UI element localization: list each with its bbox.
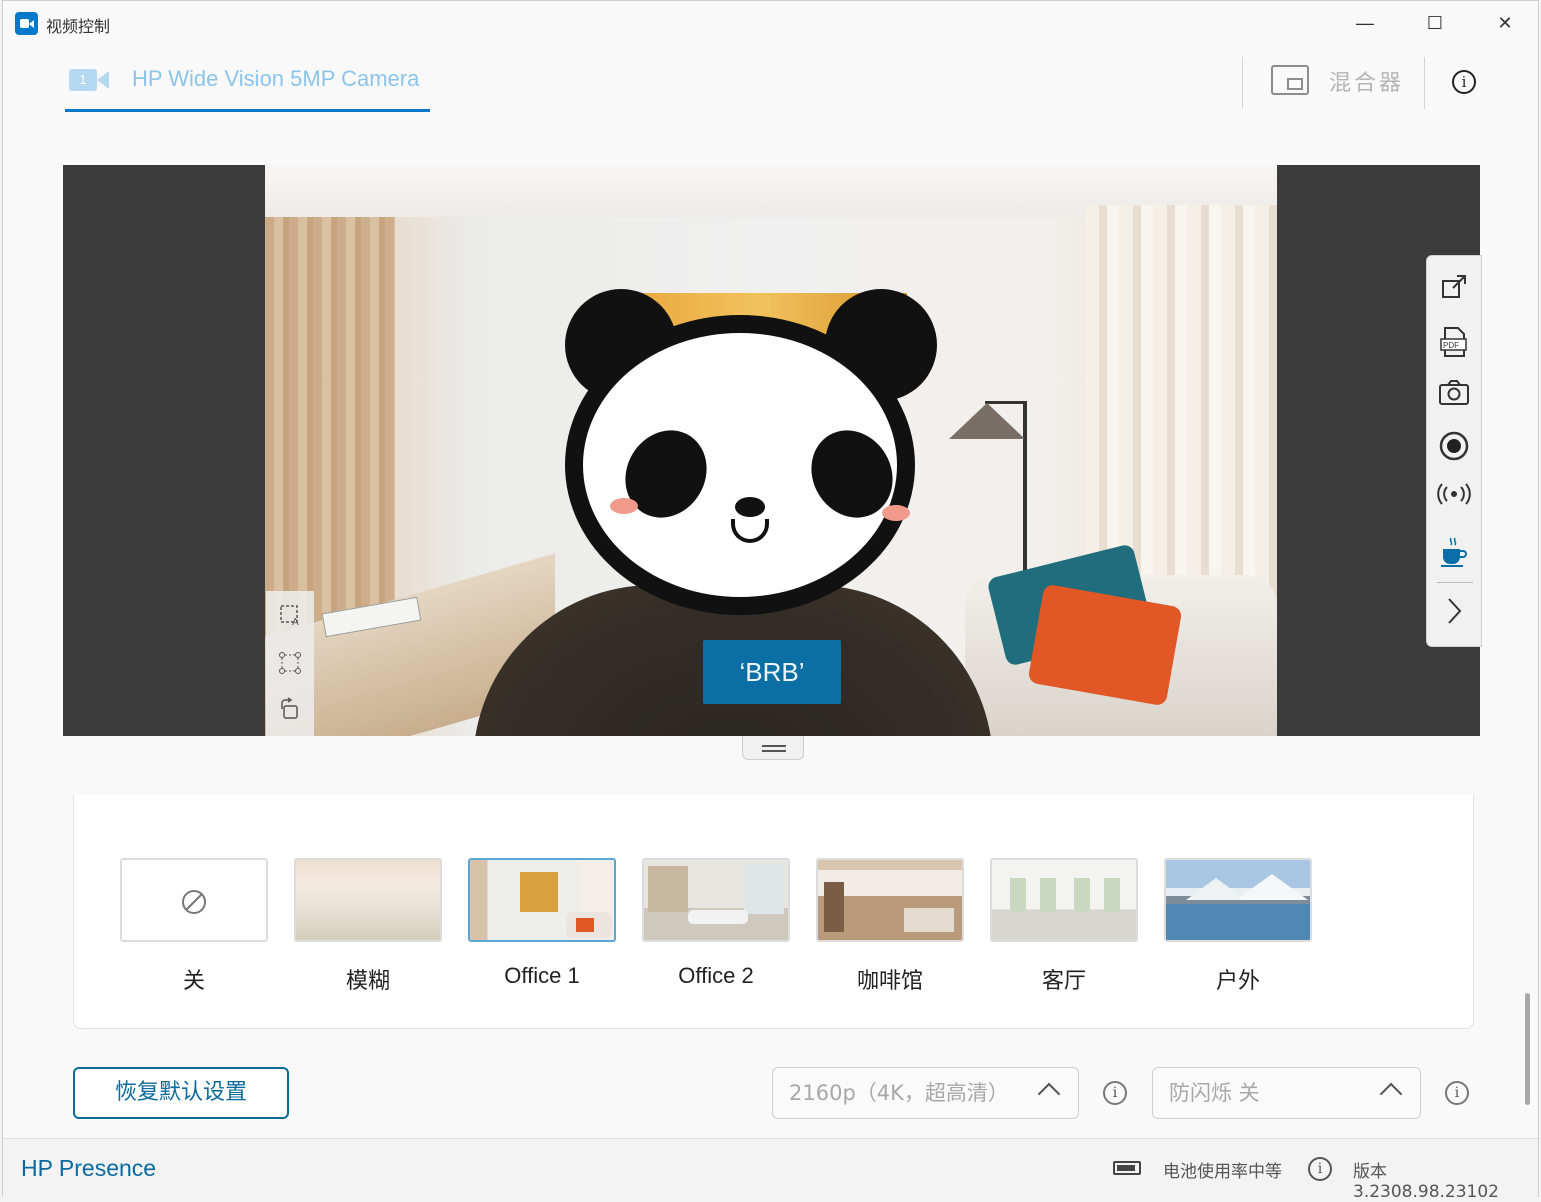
brand-label: HP Presence bbox=[21, 1155, 157, 1181]
restore-defaults-button[interactable]: 恢复默认设置 bbox=[73, 1067, 289, 1119]
background-label: 模糊 bbox=[345, 969, 390, 994]
resolution-select[interactable]: 2160p（4K，超高清） bbox=[772, 1067, 1079, 1119]
panel-resize-handle[interactable] bbox=[742, 736, 804, 760]
background-option-office1[interactable] bbox=[468, 858, 616, 942]
info-icon[interactable]: i bbox=[1452, 70, 1476, 94]
background-option-livingroom[interactable] bbox=[990, 858, 1138, 942]
scrollbar-thumb[interactable] bbox=[1525, 993, 1530, 1105]
background-option-off[interactable] bbox=[120, 858, 268, 942]
info-icon[interactable]: i bbox=[1103, 1081, 1127, 1105]
battery-status: 电池使用率中等 bbox=[1163, 1162, 1282, 1182]
close-button[interactable]: ✕ bbox=[1485, 9, 1525, 37]
background-label: 客厅 bbox=[1041, 969, 1086, 994]
popout-icon[interactable] bbox=[1437, 272, 1471, 306]
antiflicker-value: 防闪烁 关 bbox=[1169, 1081, 1260, 1105]
background-label: 户外 bbox=[1215, 969, 1260, 994]
background-label: Office 1 bbox=[504, 963, 580, 988]
camera-tab-label: HP Wide Vision 5MP Camera bbox=[132, 66, 420, 91]
app-window: 视频控制 — ☐ ✕ 1 HP Wide Vision 5MP Camera 混… bbox=[2, 0, 1539, 1202]
background-option-outdoor[interactable] bbox=[1164, 858, 1312, 942]
info-icon[interactable]: i bbox=[1308, 1157, 1332, 1181]
resolution-value: 2160p（4K，超高清） bbox=[789, 1081, 1009, 1105]
minimize-button[interactable]: — bbox=[1345, 9, 1385, 37]
panda-nose bbox=[735, 497, 765, 517]
video-camera-icon: 1 bbox=[69, 69, 109, 91]
background-option-cafe[interactable] bbox=[816, 858, 964, 942]
antiflicker-select[interactable]: 防闪烁 关 bbox=[1152, 1067, 1421, 1119]
title-bar: 视频控制 — ☐ ✕ bbox=[3, 1, 1538, 45]
camera-capture-icon[interactable] bbox=[1437, 378, 1471, 412]
window-title: 视频控制 bbox=[46, 17, 111, 36]
battery-icon bbox=[1113, 1161, 1141, 1175]
background-label: Office 2 bbox=[678, 963, 754, 988]
record-icon[interactable] bbox=[1437, 430, 1471, 464]
framing-toolbar: A bbox=[266, 591, 314, 736]
chevron-up-icon bbox=[1379, 1082, 1403, 1106]
preview-side-toolbar: PDF bbox=[1426, 255, 1482, 647]
info-icon[interactable]: i bbox=[1445, 1081, 1469, 1105]
app-logo-icon bbox=[15, 12, 38, 35]
background-option-blur[interactable] bbox=[294, 858, 442, 942]
manual-frame-icon[interactable] bbox=[278, 651, 302, 675]
divider bbox=[1424, 57, 1425, 109]
mixer-label: 混合器 bbox=[1329, 71, 1405, 96]
auto-frame-icon[interactable]: A bbox=[278, 603, 302, 628]
brb-overlay-label: ‘BRB’ bbox=[703, 640, 841, 704]
version-label: 版本 3.2308.98.23102 bbox=[1353, 1162, 1500, 1202]
background-label: 咖啡馆 bbox=[856, 969, 923, 994]
footer-bar: HP Presence 电池使用率中等 i 版本 3.2308.98.23102 bbox=[3, 1138, 1538, 1202]
rotate-icon[interactable] bbox=[278, 697, 302, 721]
tab-camera[interactable]: 1 HP Wide Vision 5MP Camera bbox=[65, 61, 430, 112]
coffee-icon[interactable] bbox=[1437, 536, 1471, 570]
camera-number-badge: 1 bbox=[79, 72, 87, 87]
svg-text:PDF: PDF bbox=[1443, 341, 1459, 350]
divider bbox=[1242, 57, 1243, 109]
background-option-office2[interactable] bbox=[642, 858, 790, 942]
picture-in-picture-icon bbox=[1271, 65, 1309, 95]
chevron-up-icon bbox=[1037, 1082, 1061, 1106]
chevron-right-icon[interactable] bbox=[1437, 596, 1471, 630]
svg-text:A: A bbox=[292, 617, 299, 627]
background-label: 关 bbox=[182, 969, 205, 994]
pdf-icon[interactable]: PDF bbox=[1437, 326, 1471, 360]
broadcast-icon[interactable] bbox=[1437, 482, 1471, 516]
maximize-button[interactable]: ☐ bbox=[1415, 9, 1455, 37]
divider bbox=[1437, 582, 1473, 583]
